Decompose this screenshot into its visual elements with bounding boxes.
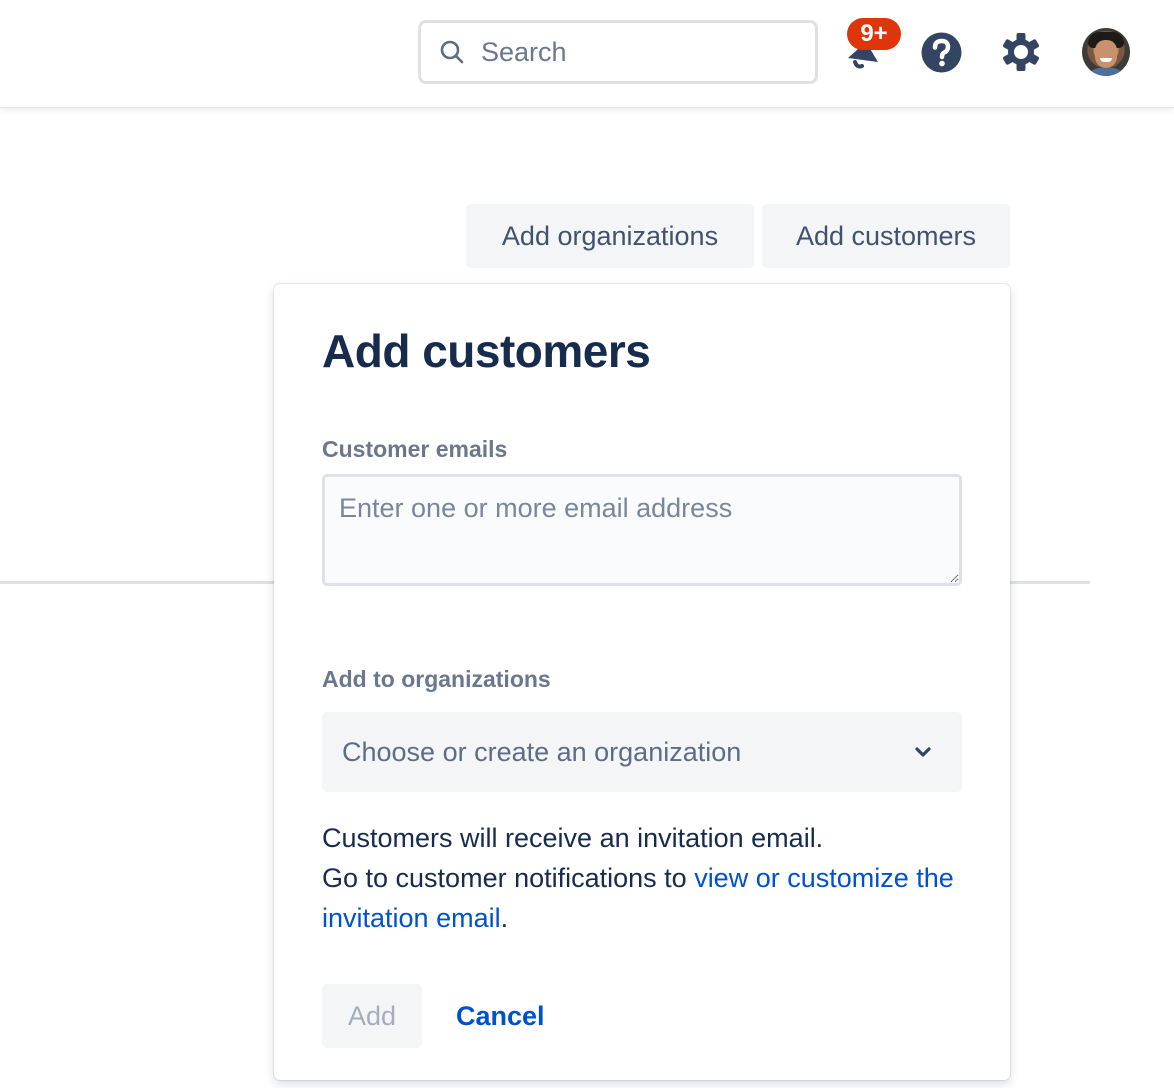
organization-select[interactable]: Choose or create an organization (322, 712, 962, 792)
add-to-organizations-label: Add to organizations (322, 666, 551, 692)
search-icon (440, 40, 464, 64)
top-navigation-bar: 9+ (0, 0, 1174, 107)
cancel-button[interactable]: Cancel (442, 984, 559, 1048)
notification-count-badge: 9+ (847, 18, 901, 50)
info-suffix: . (500, 903, 509, 933)
organization-select-placeholder: Choose or create an organization (342, 736, 742, 767)
gear-icon (1003, 33, 1039, 71)
search-box[interactable] (418, 20, 818, 84)
add-customers-dialog: Add customers Customer emails Add to org… (274, 284, 1010, 1080)
invitation-info-text: Customers will receive an invitation ema… (322, 818, 982, 938)
settings-button[interactable] (1000, 31, 1042, 78)
add-button[interactable]: Add (322, 984, 422, 1048)
add-customers-button[interactable]: Add customers (762, 204, 1010, 268)
info-line-2: Go to customer notifications to (322, 863, 695, 893)
chevron-down-icon (915, 747, 931, 757)
help-button[interactable] (920, 31, 963, 79)
avatar[interactable] (1082, 28, 1130, 76)
customer-emails-input[interactable] (322, 474, 962, 586)
add-organizations-button[interactable]: Add organizations (466, 204, 754, 268)
info-line-1: Customers will receive an invitation ema… (322, 823, 824, 853)
help-icon (921, 32, 962, 73)
search-input[interactable] (481, 36, 781, 68)
customer-emails-label: Customer emails (322, 436, 508, 462)
dialog-title: Add customers (322, 325, 651, 377)
